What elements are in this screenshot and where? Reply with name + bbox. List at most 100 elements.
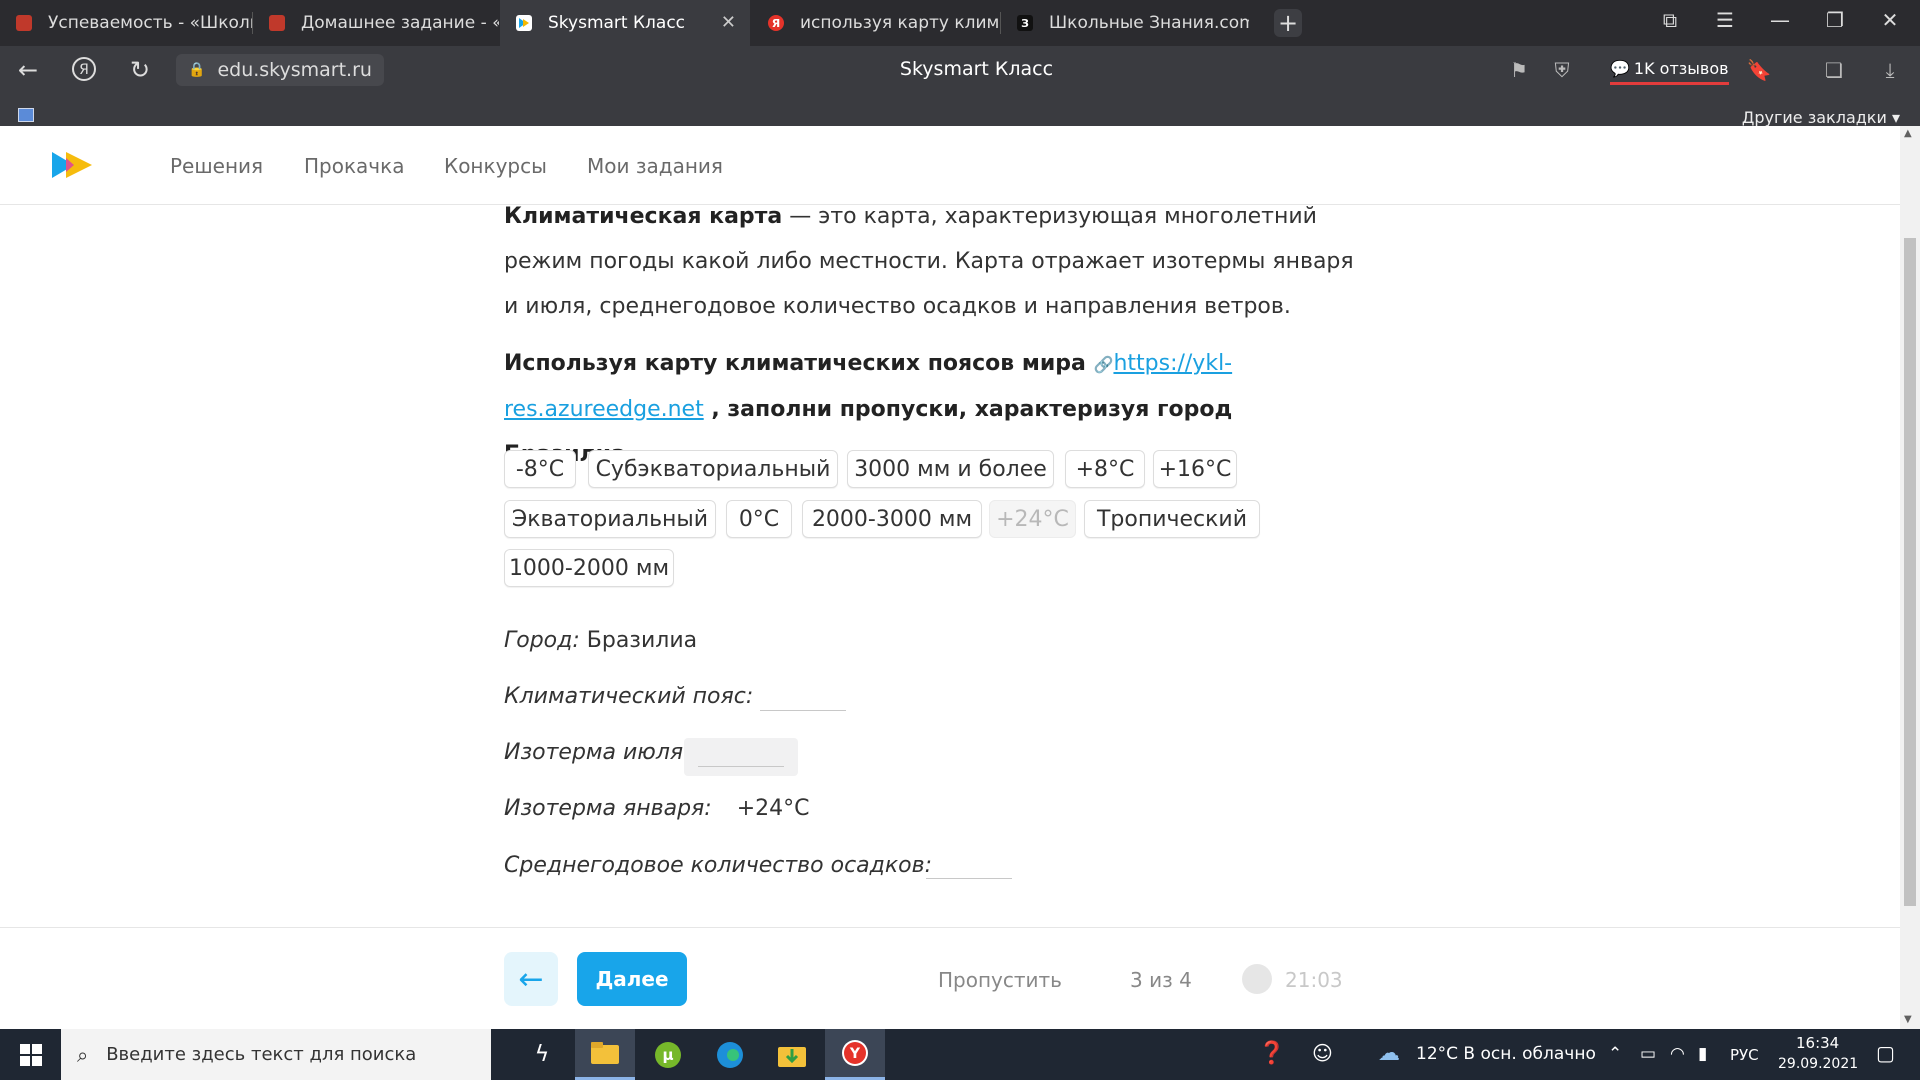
tab-title: используя карту климатич (800, 13, 1000, 33)
belt-row: Климатический пояс: (504, 684, 1364, 709)
weather-text[interactable]: 12°C В осн. облачно (1416, 1044, 1596, 1064)
close-tab-icon[interactable]: ✕ (721, 12, 736, 33)
tab-4[interactable]: Я используя карту климатич (752, 0, 1000, 46)
chip-plus8[interactable]: +8°C (1065, 450, 1145, 488)
search-placeholder: Введите здесь текст для поиска (106, 1044, 417, 1065)
july-slot-underline (698, 766, 784, 767)
january-label: Изотерма января: (504, 796, 712, 821)
chip-tropical[interactable]: Тропический (1084, 500, 1260, 538)
nav-my-tasks[interactable]: Мои задания (587, 154, 723, 178)
svg-text:µ: µ (662, 1046, 673, 1064)
precip-row: Среднегодовое количество осадков: (504, 853, 932, 878)
chip-plus16[interactable]: +16°C (1153, 450, 1237, 488)
tabs-menu-icon[interactable]: ⧉ (1655, 8, 1685, 32)
microphone-icon[interactable]: ▮ (1698, 1044, 1707, 1064)
browser-tab-bar: Успеваемость - «Школьн Домашнее задание … (0, 0, 1920, 46)
diary-favicon-icon (16, 15, 32, 31)
scroll-down-icon[interactable]: ▼ (1904, 1014, 1912, 1025)
clock-date[interactable]: 29.09.2021 (1778, 1056, 1858, 1072)
bookmark-icon[interactable]: 🔖 (1745, 58, 1773, 82)
nav-contests[interactable]: Конкурсы (444, 154, 547, 178)
new-tab-button[interactable]: + (1274, 9, 1302, 37)
app-edge-icon[interactable] (700, 1029, 760, 1080)
download-icon[interactable]: ⤓ (1876, 58, 1904, 82)
app-yandex-browser-icon[interactable]: Y (825, 1029, 885, 1080)
weather-cloud-icon: ☁ (1378, 1041, 1400, 1066)
definition-term: Климатическая карта (504, 204, 783, 229)
help-icon[interactable]: ❓ (1258, 1041, 1285, 1066)
collections-icon[interactable]: ❏ (1820, 58, 1848, 82)
notifications-icon[interactable]: ▢ (1876, 1041, 1895, 1065)
chip-1000-2000[interactable]: 1000-2000 мм (504, 549, 674, 587)
tab-title: Домашнее задание - «Шк (301, 13, 499, 33)
nav-training[interactable]: Прокачка (304, 154, 404, 178)
hamburger-menu-icon[interactable]: ☰ (1710, 8, 1740, 32)
tab-5[interactable]: З Школьные Знания.com - Г (1001, 0, 1249, 46)
app-bolt-icon[interactable]: ϟ (512, 1029, 572, 1080)
bookmark-item-icon[interactable] (18, 108, 34, 122)
timer: 21:03 (1285, 968, 1343, 992)
taskbar-search[interactable]: ⌕ Введите здесь текст для поиска (61, 1029, 491, 1080)
language-indicator[interactable]: РУС (1730, 1046, 1759, 1064)
reviews-button[interactable]: 💬 1K отзывов (1610, 54, 1729, 85)
belt-drop-slot[interactable] (760, 710, 846, 711)
tab-title: Skysmart Класс (548, 13, 686, 33)
scroll-up-icon[interactable]: ▲ (1904, 128, 1912, 139)
clock-icon (1242, 964, 1272, 994)
wifi-icon[interactable]: ◠ (1670, 1044, 1685, 1064)
app-utorrent-icon[interactable]: µ (638, 1029, 698, 1080)
exercise-content: Климатическая карта — это карта, характе… (504, 194, 1364, 879)
windows-taskbar: ⌕ Введите здесь текст для поиска ϟ µ Y ❓… (0, 1029, 1920, 1080)
clock-time[interactable]: 16:34 (1796, 1034, 1839, 1052)
chip-minus8[interactable]: -8°C (504, 450, 576, 488)
previous-button[interactable]: ← (504, 952, 558, 1006)
skip-button[interactable]: Пропустить (938, 968, 1062, 992)
znanija-favicon-icon: З (1017, 15, 1033, 31)
protect-icon[interactable]: ⛨ (1548, 58, 1576, 82)
tab-3-active[interactable]: Skysmart Класс ✕ (500, 0, 750, 46)
other-bookmarks-button[interactable]: Другие закладки ▾ (1742, 108, 1900, 127)
city-row: Город: Бразилиа (504, 628, 697, 653)
progress-counter: 3 из 4 (1130, 968, 1192, 992)
precip-label: Среднегодовое количество осадков: (504, 853, 932, 878)
city-value: Бразилиа (586, 628, 698, 653)
windows-start-icon[interactable] (20, 1044, 42, 1066)
translate-icon[interactable]: ⚑ (1505, 58, 1533, 82)
chip-subequatorial[interactable]: Субэкваториальный (588, 450, 838, 488)
precip-drop-slot[interactable] (926, 878, 1012, 879)
minimize-button[interactable]: — (1765, 8, 1795, 32)
chip-equatorial[interactable]: Экваториальный (504, 500, 716, 538)
chip-zero[interactable]: 0°C (726, 500, 792, 538)
tab-title: Школьные Знания.com - Г (1049, 13, 1249, 33)
search-icon: ⌕ (77, 1042, 89, 1067)
people-icon[interactable]: ☺ (1312, 1041, 1333, 1065)
definition-paragraph: Климатическая карта — это карта, характе… (504, 194, 1364, 329)
nav-solutions[interactable]: Решения (170, 154, 263, 178)
task-prefix: Используя карту климатических поясов мир… (504, 351, 1094, 376)
page-scrollbar[interactable]: ▲ ▼ (1900, 126, 1920, 1029)
chip-2000-3000[interactable]: 2000-3000 мм (802, 500, 982, 538)
belt-label: Климатический пояс: (504, 684, 754, 709)
july-row: Изотерма июля: (504, 740, 691, 765)
reviews-label: 1K отзывов (1633, 58, 1729, 78)
scroll-thumb[interactable] (1904, 238, 1916, 906)
skysmart-logo-icon[interactable] (52, 150, 94, 184)
tab-1[interactable]: Успеваемость - «Школьн (0, 0, 252, 46)
app-download-icon[interactable] (762, 1029, 822, 1080)
skysmart-favicon-icon (516, 15, 532, 31)
tab-2[interactable]: Домашнее задание - «Шк (253, 0, 499, 46)
july-label: Изотерма июля: (504, 740, 691, 765)
next-button[interactable]: Далее (577, 952, 687, 1006)
close-window-button[interactable]: ✕ (1875, 8, 1905, 32)
january-value[interactable]: +24°C (737, 796, 810, 821)
tray-chevron-icon[interactable]: ⌃ (1608, 1044, 1622, 1064)
battery-icon[interactable]: ▭ (1640, 1044, 1656, 1064)
app-explorer-icon[interactable] (575, 1029, 635, 1080)
july-drop-slot[interactable] (684, 738, 798, 776)
chip-plus24-used: +24°C (989, 500, 1076, 538)
restore-button[interactable]: ❐ (1820, 8, 1850, 32)
yandex-favicon-icon: Я (768, 15, 784, 31)
chip-3000-plus[interactable]: 3000 мм и более (847, 450, 1054, 488)
left-arrow-icon: ← (518, 961, 544, 997)
city-label: Город: (504, 628, 580, 653)
